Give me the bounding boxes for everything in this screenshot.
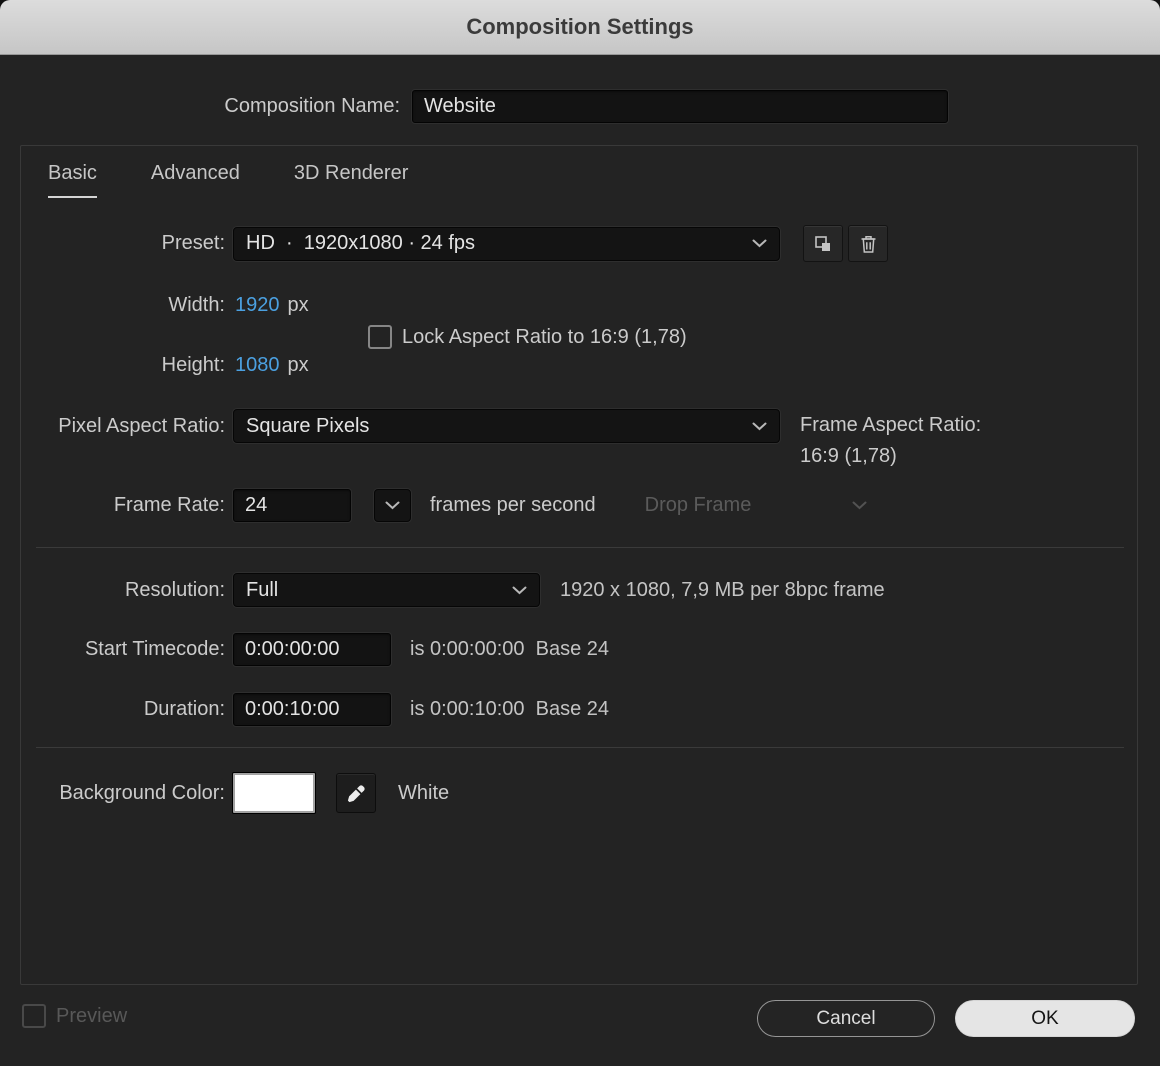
height-row: Height: 1080 px — [0, 354, 1160, 377]
drop-frame-value: Drop Frame — [644, 494, 752, 516]
background-color-label: Background Color: — [59, 781, 225, 804]
trash-icon — [861, 235, 875, 253]
frame-rate-row: Frame Rate: frames per second Drop Frame — [0, 489, 1160, 522]
divider — [36, 547, 1124, 548]
frame-rate-dropdown-button[interactable] — [374, 489, 411, 522]
resolution-label: Resolution: — [124, 578, 225, 601]
width-label: Width: — [168, 294, 225, 316]
preset-label: Preset: — [161, 232, 225, 254]
start-timecode-info: is 0:00:00:00 Base 24 — [410, 638, 610, 660]
composition-name-input[interactable] — [412, 90, 948, 123]
height-unit: px — [287, 354, 309, 376]
frame-rate-label: Frame Rate: — [113, 494, 225, 516]
preset-dropdown[interactable]: HD · 1920x1080 · 24 fps — [233, 226, 780, 261]
preview-label: Preview — [56, 1004, 128, 1027]
frame-aspect-ratio-value: 16:9 (1,78) — [800, 445, 897, 467]
tab-advanced[interactable]: Advanced — [151, 162, 240, 198]
start-timecode-label: Start Timecode: — [84, 638, 225, 660]
resolution-value: Full — [246, 578, 279, 601]
pixel-aspect-ratio-dropdown[interactable]: Square Pixels — [233, 409, 780, 443]
resolution-row: Resolution: Full 1920 x 1080, 7,9 MB per… — [0, 573, 1160, 607]
dialog-title: Composition Settings — [466, 14, 694, 39]
duration-info: is 0:00:10:00 Base 24 — [410, 698, 610, 720]
width-row: Width: 1920 px — [0, 294, 1160, 317]
start-timecode-row: Start Timecode: is 0:00:00:00 Base 24 — [0, 633, 1160, 666]
ok-button[interactable]: OK — [955, 1000, 1135, 1037]
divider — [36, 747, 1124, 748]
width-unit: px — [287, 294, 309, 316]
lock-aspect-checkbox[interactable] — [368, 325, 392, 349]
cancel-button[interactable]: Cancel — [757, 1000, 935, 1037]
chevron-down-icon — [852, 501, 867, 510]
preview-checkbox — [22, 1004, 46, 1028]
preset-row: Preset: HD · 1920x1080 · 24 fps — [0, 225, 1160, 262]
settings-panel — [20, 145, 1138, 985]
pixel-aspect-ratio-row: Pixel Aspect Ratio: Square Pixels — [0, 409, 1160, 443]
pixel-aspect-ratio-value: Square Pixels — [246, 414, 370, 437]
frame-rate-unit: frames per second — [430, 494, 596, 516]
background-color-row: Background Color: White — [0, 773, 1160, 813]
lock-aspect-label: Lock Aspect Ratio to 16:9 (1,78) — [402, 325, 687, 348]
composition-name-row: Composition Name: — [0, 90, 1160, 123]
width-value[interactable]: 1920 — [235, 294, 280, 317]
save-preset-button[interactable] — [803, 225, 843, 262]
tab-3d-renderer[interactable]: 3D Renderer — [294, 162, 409, 198]
chevron-down-icon — [752, 422, 767, 430]
background-color-name: White — [398, 781, 450, 804]
frame-aspect-ratio: Frame Aspect Ratio: 16:9 (1,78) — [800, 410, 981, 472]
chevron-down-icon — [512, 586, 527, 594]
tab-bar: Basic Advanced 3D Renderer — [48, 162, 408, 198]
lock-aspect-row: Lock Aspect Ratio to 16:9 (1,78) — [368, 325, 687, 349]
preview-row: Preview — [22, 1004, 127, 1028]
chevron-down-icon — [752, 239, 767, 248]
composition-settings-dialog: Composition Settings Composition Name: B… — [0, 0, 1160, 1066]
chevron-down-icon — [385, 501, 400, 510]
background-color-swatch[interactable] — [233, 773, 315, 813]
dialog-titlebar[interactable]: Composition Settings — [0, 0, 1160, 55]
height-value[interactable]: 1080 — [235, 354, 280, 377]
preset-value: HD · 1920x1080 · 24 fps — [246, 232, 476, 254]
eyedropper-icon — [347, 784, 365, 802]
frame-rate-input[interactable] — [233, 489, 351, 522]
save-preset-icon — [815, 235, 830, 251]
duration-label: Duration: — [143, 698, 225, 720]
duration-input[interactable] — [233, 693, 391, 726]
pixel-aspect-ratio-label: Pixel Aspect Ratio: — [58, 414, 225, 437]
resolution-info: 1920 x 1080, 7,9 MB per 8bpc frame — [560, 578, 885, 601]
eyedropper-button[interactable] — [336, 773, 376, 813]
start-timecode-input[interactable] — [233, 633, 391, 666]
tab-basic[interactable]: Basic — [48, 162, 97, 198]
frame-aspect-ratio-label: Frame Aspect Ratio: — [800, 414, 982, 436]
duration-row: Duration: is 0:00:10:00 Base 24 — [0, 693, 1160, 726]
composition-name-label: Composition Name: — [224, 95, 400, 117]
drop-frame-dropdown: Drop Frame — [645, 494, 867, 517]
delete-preset-button[interactable] — [848, 225, 888, 262]
height-label: Height: — [161, 354, 225, 376]
resolution-dropdown[interactable]: Full — [233, 573, 540, 607]
